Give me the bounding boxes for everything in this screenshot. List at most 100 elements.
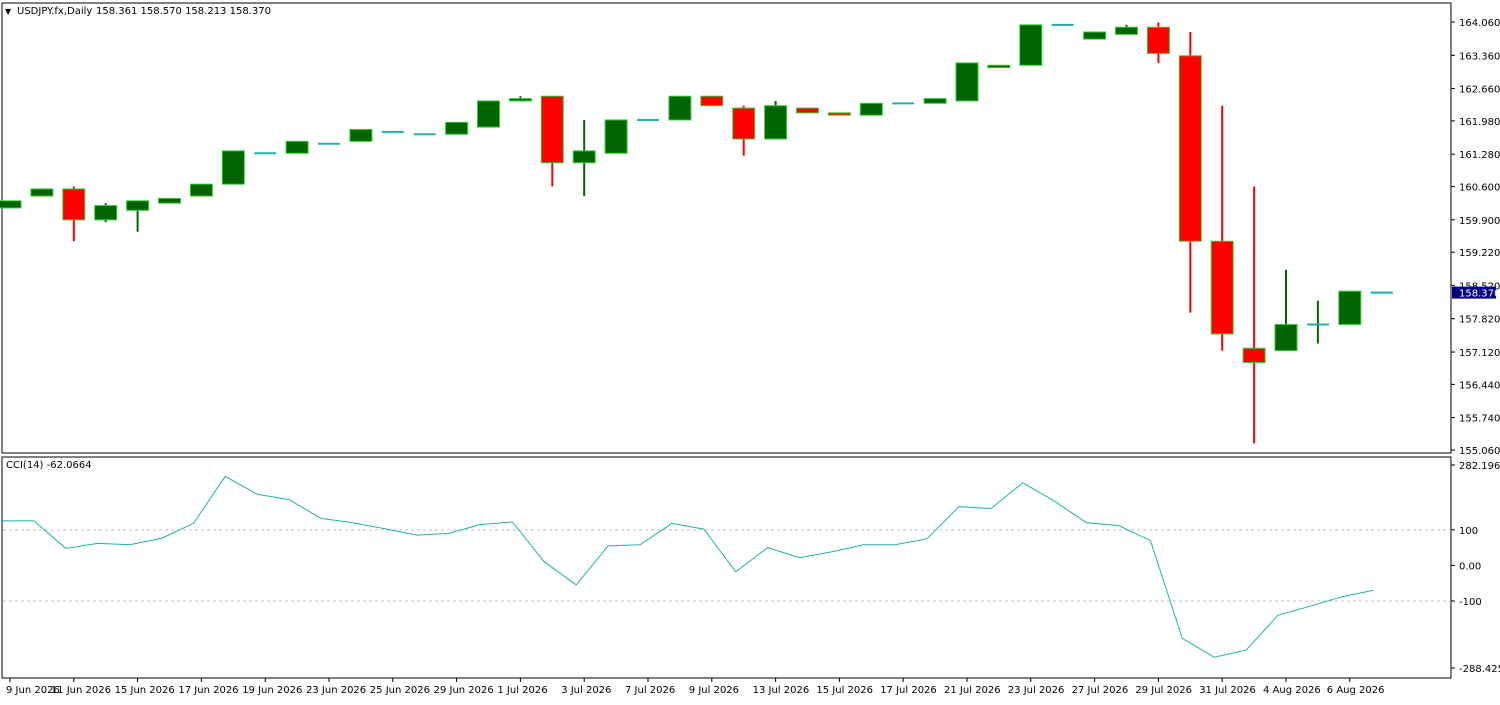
cci-line-layer (2, 475, 1450, 658)
candle-body (221, 150, 245, 185)
candle-body (700, 95, 724, 107)
candle-body (1210, 240, 1234, 335)
candle (477, 100, 500, 128)
time-axis-label: 6 Aug 2026 (1327, 685, 1385, 696)
time-axis-label: 15 Jul 2026 (816, 685, 873, 696)
candle-body (827, 112, 851, 116)
candle-body (477, 100, 500, 128)
price-axis-label: 161.980 (1459, 117, 1500, 128)
cci-series-line (2, 475, 1374, 658)
price-axis-label: 157.820 (1459, 315, 1500, 326)
candle (285, 140, 309, 154)
candle (1146, 22, 1170, 63)
candle-body (1338, 290, 1362, 325)
price-axis-label: 159.220 (1459, 248, 1500, 259)
price-axis-label: 160.600 (1459, 183, 1500, 194)
cci-panel-frame (1, 456, 1452, 679)
time-axis-label: 13 Jul 2026 (753, 685, 810, 696)
time-axis-label: 9 Jul 2026 (689, 685, 739, 696)
time-axis-label: 29 Jun 2026 (434, 685, 494, 696)
candle-body (859, 102, 883, 116)
time-axis-label: 4 Aug 2026 (1263, 685, 1321, 696)
candle-body (30, 188, 54, 197)
candle (126, 200, 150, 232)
time-axis-label: 1 Jul 2026 (497, 685, 547, 696)
chart-canvas[interactable]: 164.060 163.360 162.660 161.980 161.280 160.6… (0, 0, 1500, 700)
chart-window: 164.060 163.360 162.660 161.980 161.280 160.6… (0, 0, 1500, 700)
time-axis-label: 15 Jun 2026 (115, 685, 175, 696)
candle-body (923, 98, 947, 104)
candle-body (540, 95, 564, 164)
candle-body (1083, 31, 1107, 40)
time-axis-label: 17 Jun 2026 (178, 685, 238, 696)
cci-title: CCI(14) -62.0664 (6, 460, 92, 471)
candle-body (732, 107, 756, 140)
candle-body (0, 200, 22, 209)
candle (508, 96, 532, 102)
candle (764, 100, 788, 140)
candle-body (62, 188, 86, 221)
candle (604, 119, 628, 154)
candle (189, 183, 213, 197)
price-axis-label: 162.660 (1459, 85, 1500, 96)
cci-axis-label: 100 (1459, 526, 1478, 537)
time-axis-label: 25 Jun 2026 (370, 685, 430, 696)
candle (1019, 24, 1043, 66)
candle (30, 188, 54, 197)
symbol-dropdown-icon[interactable]: ▼ (5, 7, 12, 16)
candle-body (349, 128, 373, 142)
cci-axis-label: -288.4258 (1459, 664, 1500, 675)
candle (62, 186, 86, 242)
price-axis-label: 157.120 (1459, 348, 1500, 359)
candle-body (668, 95, 692, 121)
time-axis-label: 23 Jun 2026 (306, 685, 366, 696)
candle (923, 98, 947, 104)
candle (94, 203, 118, 223)
candle (859, 102, 883, 116)
candle-body (796, 107, 819, 114)
price-axis-label: 159.900 (1459, 216, 1500, 227)
cci-axis-label: -100 (1459, 597, 1482, 608)
candle (1210, 105, 1234, 351)
current-price-label: 158.370 (1459, 289, 1500, 300)
candle (955, 62, 979, 102)
candle-body (1019, 24, 1043, 66)
candle-body (572, 150, 596, 164)
candle-body (987, 64, 1011, 69)
time-axis-label: 7 Jul 2026 (625, 685, 675, 696)
candle-body (764, 105, 788, 140)
price-candles-layer (0, 22, 1393, 444)
candle-body (285, 140, 309, 154)
candle-body (189, 183, 213, 197)
candle (1338, 290, 1362, 325)
candle (445, 121, 469, 135)
candle-body (1115, 26, 1138, 35)
cci-axis-label: 282.1967 (1459, 461, 1500, 472)
price-axis-label: 155.740 (1459, 414, 1500, 425)
symbol-label: USDJPY.fx,Daily (17, 6, 92, 17)
candle (221, 150, 245, 185)
price-axis-label: 164.060 (1459, 18, 1500, 29)
candle (572, 119, 596, 197)
price-axis-label: 156.440 (1459, 380, 1500, 391)
price-axis-label: 163.360 (1459, 51, 1500, 62)
candle-body (508, 98, 532, 102)
candle-body (955, 62, 979, 102)
candle (1115, 24, 1138, 35)
candle-body (1178, 55, 1202, 242)
candle (668, 95, 692, 121)
candle (0, 200, 22, 209)
candle (540, 95, 564, 187)
time-axis-label: 29 Jul 2026 (1135, 685, 1192, 696)
candle-body (1242, 347, 1266, 363)
candle-body (158, 197, 181, 204)
candle-body (126, 200, 150, 211)
candle (1306, 300, 1329, 344)
candle (700, 95, 724, 107)
candle (987, 64, 1011, 69)
candle (1178, 31, 1202, 313)
candle (1083, 31, 1107, 40)
candle-body (604, 119, 628, 154)
ohlc-readout: 158.361 158.570 158.213 158.370 (96, 6, 271, 17)
cci-axis-label: 0.00 (1459, 561, 1481, 572)
